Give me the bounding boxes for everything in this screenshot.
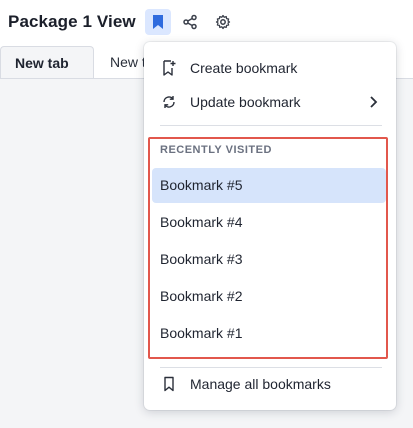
- manage-bookmarks-label: Manage all bookmarks: [190, 376, 331, 392]
- manage-bookmarks-item[interactable]: Manage all bookmarks: [152, 368, 388, 400]
- create-bookmark-item[interactable]: Create bookmark: [152, 52, 388, 84]
- create-bookmark-label: Create bookmark: [190, 60, 298, 76]
- tab-label: New t: [110, 54, 146, 70]
- recent-bookmark-item[interactable]: Bookmark #1: [152, 316, 386, 351]
- gear-icon: [215, 14, 231, 30]
- recent-bookmark-item[interactable]: Bookmark #4: [152, 205, 386, 240]
- bookmark-outline-icon: [160, 375, 178, 393]
- header-bar: Package 1 View: [0, 0, 413, 46]
- tab-new-tab-1[interactable]: New tab 1: [0, 46, 94, 103]
- update-bookmark-item[interactable]: Update bookmark: [152, 86, 388, 118]
- recent-bookmark-item[interactable]: Bookmark #2: [152, 279, 386, 314]
- recent-bookmark-item[interactable]: Bookmark #5: [152, 168, 386, 203]
- recent-bookmark-item[interactable]: Bookmark #3: [152, 242, 386, 277]
- chevron-right-icon: [368, 93, 378, 114]
- settings-button[interactable]: [210, 9, 236, 35]
- recently-visited-heading: RECENTLY VISITED: [160, 144, 272, 156]
- update-bookmark-label: Update bookmark: [190, 94, 301, 110]
- page-title: Package 1 View: [8, 12, 136, 31]
- share-icon: [183, 14, 197, 30]
- bookmark-button[interactable]: [145, 9, 171, 35]
- refresh-icon: [160, 93, 178, 111]
- bookmark-add-icon: [160, 59, 178, 77]
- bookmark-menu: Create bookmark Update bookmark RECENTLY…: [144, 42, 396, 410]
- bookmark-icon: [153, 15, 163, 29]
- share-button[interactable]: [177, 9, 203, 35]
- menu-divider: [160, 125, 382, 126]
